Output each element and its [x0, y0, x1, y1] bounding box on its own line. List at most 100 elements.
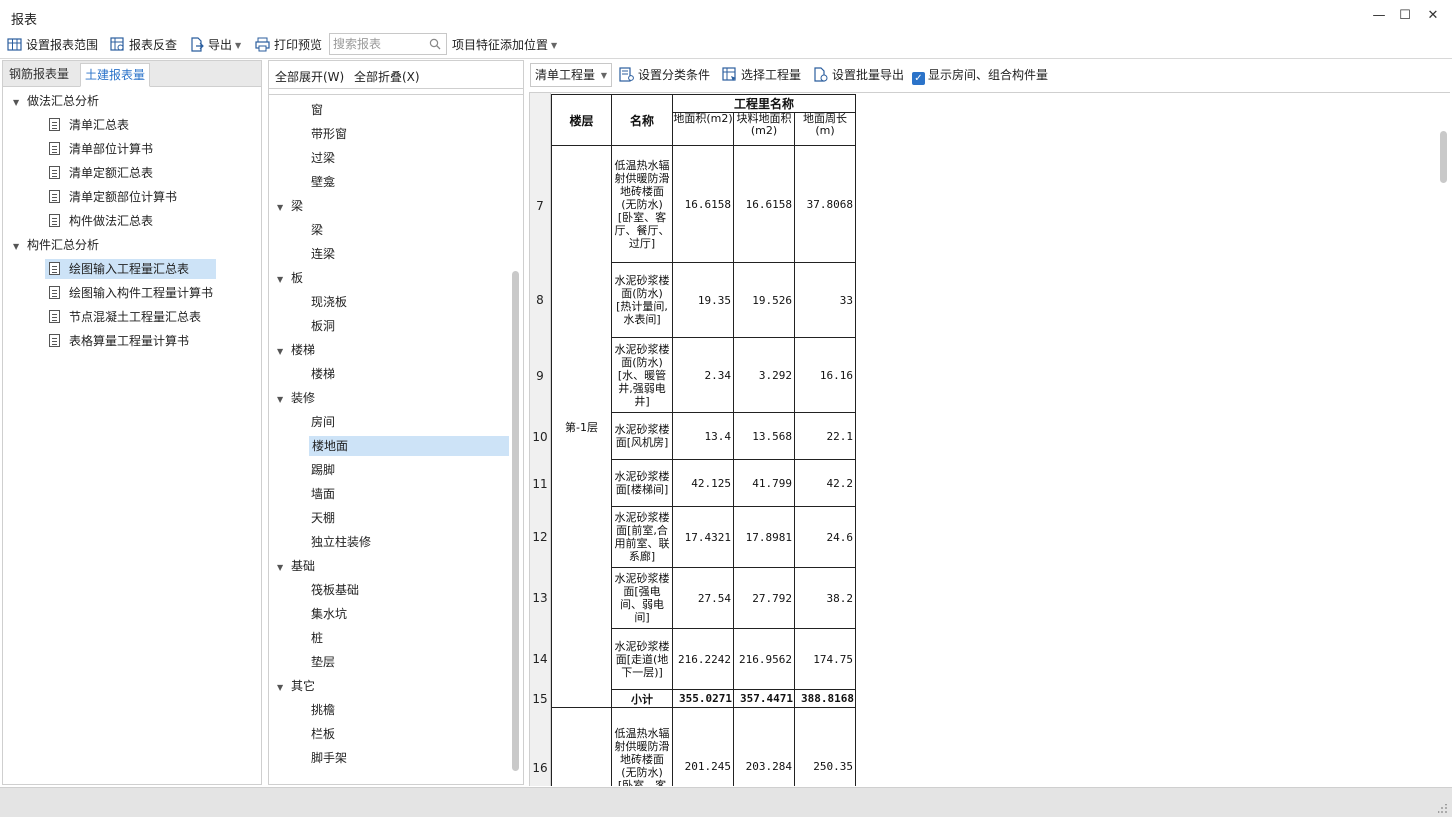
tree-item-beam[interactable]: 梁 — [311, 220, 323, 240]
minimize-icon[interactable]: — — [1366, 6, 1392, 26]
tree-item-slab-opening[interactable]: 板洞 — [311, 316, 335, 336]
document-icon — [49, 190, 60, 203]
floor-cell: 第-1层 — [551, 145, 612, 708]
tree-item-scaffold[interactable]: 脚手架 — [311, 748, 347, 768]
quantity-summary-table: 楼层 名称 工程里名称 地面积(m2) 块料地面积(m2) 地面周长(m) 第-… — [551, 94, 856, 786]
maximize-icon[interactable]: ☐ — [1392, 6, 1418, 26]
component-tree-scrollbar[interactable] — [512, 271, 519, 771]
expand-arrow-icon[interactable]: ▼ — [277, 270, 291, 290]
expand-arrow-icon[interactable]: ▼ — [277, 342, 291, 362]
tree-item-label: 节点混凝土工程量汇总表 — [69, 310, 202, 324]
table-cell-value: 3.292 — [733, 337, 795, 413]
tree-group-others[interactable]: ▼ 其它 — [277, 676, 315, 696]
tree-group-label: 基础 — [291, 559, 316, 573]
table-cell-name: 水泥砂浆楼面(防水)[热计量间,水表间] — [611, 262, 673, 338]
export-button[interactable]: 导出 ▼ — [189, 35, 241, 55]
expand-all-button[interactable]: 全部展开(W) — [275, 68, 344, 85]
row-number: 10 — [532, 430, 548, 444]
table-select-icon — [722, 67, 736, 81]
tree-item-sump-pit[interactable]: 集水坑 — [311, 604, 347, 624]
tree-group-beam[interactable]: ▼ 梁 — [277, 196, 303, 216]
collapse-all-button[interactable]: 全部折叠(X) — [354, 68, 420, 85]
expand-arrow-icon[interactable]: ▼ — [277, 558, 291, 578]
tree-item-cast-slab[interactable]: 现浇板 — [311, 292, 347, 312]
checkbox-checked-icon[interactable]: ✓ — [912, 72, 925, 85]
tree-item-raft-foundation[interactable]: 筏板基础 — [311, 580, 359, 600]
tab-civil-report[interactable]: 土建报表量 — [80, 63, 151, 87]
table-cell-name: 水泥砂浆楼面[楼梯间] — [611, 459, 673, 507]
tree-item-skirting[interactable]: 踢脚 — [311, 460, 335, 480]
tree-item-room[interactable]: 房间 — [311, 412, 335, 432]
tree-item-wall-surface[interactable]: 墙面 — [311, 484, 335, 504]
close-icon[interactable]: ✕ — [1420, 6, 1446, 26]
expand-arrow-icon[interactable]: ▼ — [277, 678, 291, 698]
table-search-icon — [110, 37, 124, 51]
set-category-button[interactable]: 设置分类条件 — [619, 65, 710, 85]
tree-item-bill-quota-location-calc[interactable]: 清单定额部位计算书 — [49, 187, 177, 207]
table-cell-value: 42.2 — [794, 459, 856, 507]
report-scrollbar[interactable] — [1440, 131, 1447, 183]
select-quantity-label: 选择工程量 — [741, 68, 802, 82]
tree-item-floor[interactable]: 楼地面 — [309, 436, 509, 456]
report-reverse-check-button[interactable]: 报表反查 — [110, 35, 177, 55]
tree-group-foundation[interactable]: ▼ 基础 — [277, 556, 315, 576]
perimeter-header: 地面周长(m) — [794, 112, 856, 146]
table-cell-value: 17.8981 — [733, 506, 795, 568]
table-cell-value: 16.16 — [794, 337, 856, 413]
tree-item-niche[interactable]: 壁龛 — [311, 172, 335, 192]
tree-item-cushion[interactable]: 垫层 — [311, 652, 335, 672]
print-preview-label: 打印预览 — [274, 38, 323, 52]
table-cell-name: 低温热水辐射供暖防滑地砖楼面(无防水)[卧室、客厅、餐厅、过厅] — [611, 145, 673, 263]
tree-item-drawing-component-calc[interactable]: 绘图输入构件工程量计算书 — [49, 283, 213, 303]
tree-group-label: 做法汇总分析 — [27, 94, 100, 108]
resize-grip-icon[interactable] — [1438, 804, 1448, 814]
tree-item-window[interactable]: 窗 — [311, 100, 323, 120]
tree-group-method-summary[interactable]: ▼ 做法汇总分析 — [13, 91, 99, 111]
tree-group-component-summary[interactable]: ▼ 构件汇总分析 — [13, 235, 99, 255]
quantity-type-value: 清单工程量 — [535, 68, 596, 82]
select-quantity-button[interactable]: 选择工程量 — [722, 65, 801, 85]
tree-item-bill-quota-summary[interactable]: 清单定额汇总表 — [49, 163, 153, 183]
batch-export-button[interactable]: 设置批量导出 — [813, 65, 904, 85]
set-report-range-button[interactable]: 设置报表范围 — [7, 35, 98, 55]
show-rooms-checkbox[interactable]: ✓ 显示房间、组合构件量 — [912, 65, 1048, 85]
tree-item-eave[interactable]: 挑檐 — [311, 700, 335, 720]
tree-item-column-finish[interactable]: 独立柱装修 — [311, 532, 371, 552]
table-cell-value: 22.1 — [794, 412, 856, 460]
quantity-type-select[interactable]: 清单工程量 ▼ — [530, 63, 612, 87]
tree-group-decoration[interactable]: ▼ 装修 — [277, 388, 315, 408]
chevron-down-icon: ▼ — [551, 41, 558, 50]
expand-arrow-icon[interactable]: ▼ — [13, 93, 27, 113]
tree-item-strip-window[interactable]: 带形窗 — [311, 124, 347, 144]
tree-item-table-quantity-calc[interactable]: 表格算量工程量计算书 — [49, 331, 189, 351]
tree-item-pile[interactable]: 桩 — [311, 628, 323, 648]
document-icon — [49, 334, 60, 347]
search-icon[interactable] — [429, 38, 441, 50]
expand-arrow-icon[interactable]: ▼ — [277, 198, 291, 218]
tree-item-drawing-quantity-summary[interactable]: 绘图输入工程量汇总表 — [45, 259, 216, 279]
tree-item-lintel[interactable]: 过梁 — [311, 148, 335, 168]
tree-item-label: 表格算量工程量计算书 — [69, 334, 190, 348]
tree-item-stairs[interactable]: 楼梯 — [311, 364, 335, 384]
feature-position-dropdown[interactable]: 项目特征添加位置 ▼ — [452, 35, 557, 55]
tree-group-stairs[interactable]: ▼ 楼梯 — [277, 340, 315, 360]
tree-group-slab[interactable]: ▼ 板 — [277, 268, 303, 288]
tree-item-component-method-summary[interactable]: 构件做法汇总表 — [49, 211, 153, 231]
subtotal-value: 357.4471 — [733, 689, 795, 708]
print-preview-button[interactable]: 打印预览 — [255, 35, 322, 55]
tree-item-coupling-beam[interactable]: 连梁 — [311, 244, 335, 264]
table-cell-name: 水泥砂浆楼面[强电间、弱电间] — [611, 567, 673, 629]
tree-item-bill-location-calc[interactable]: 清单部位计算书 — [49, 139, 153, 159]
report-search-input[interactable] — [330, 34, 425, 54]
export-dropdown-icon[interactable]: ▼ — [235, 36, 241, 56]
tree-item-bill-summary[interactable]: 清单汇总表 — [49, 115, 129, 135]
tree-item-ceiling[interactable]: 天棚 — [311, 508, 335, 528]
tree-item-parapet[interactable]: 栏板 — [311, 724, 335, 744]
tree-group-label: 装修 — [291, 391, 316, 405]
expand-arrow-icon[interactable]: ▼ — [13, 237, 27, 257]
tab-rebar-report[interactable]: 钢筋报表量 — [5, 63, 73, 87]
table-cell-value: 24.6 — [794, 506, 856, 568]
expand-arrow-icon[interactable]: ▼ — [277, 390, 291, 410]
table-cell-value: 33 — [794, 262, 856, 338]
tree-item-node-concrete-summary[interactable]: 节点混凝土工程量汇总表 — [49, 307, 201, 327]
